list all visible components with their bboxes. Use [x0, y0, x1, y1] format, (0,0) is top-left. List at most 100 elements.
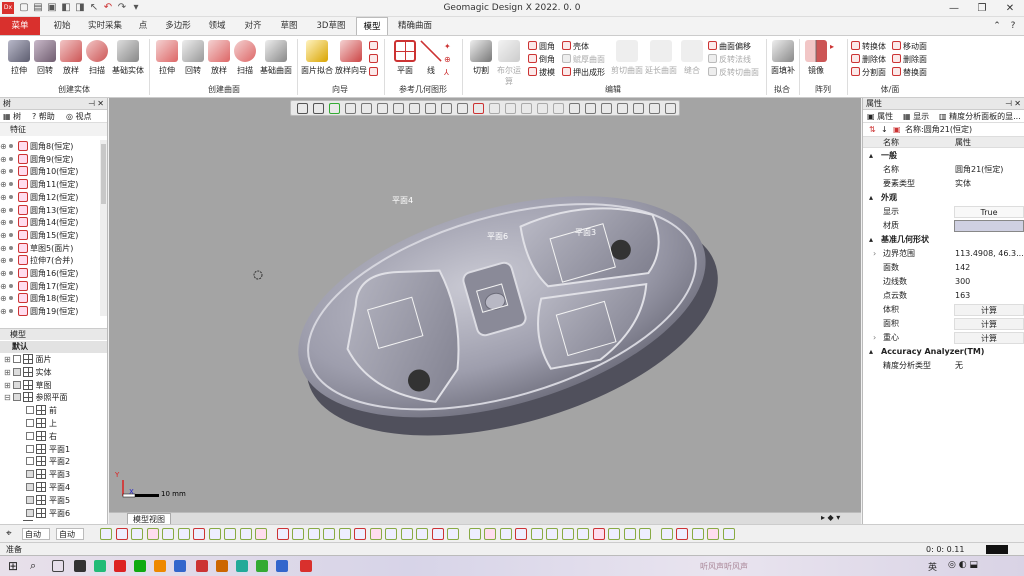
expand-icon[interactable]: › — [873, 247, 876, 261]
property-row[interactable]: 要素类型 实体 — [863, 177, 1024, 191]
solid-sweep-button[interactable]: 扫描 — [82, 40, 112, 76]
base-surface-button[interactable]: 基础曲面 — [258, 40, 294, 76]
wizard-extra-2[interactable] — [369, 54, 380, 65]
selection-filter-icon[interactable] — [131, 528, 143, 540]
expand-icon[interactable]: ⊕ — [0, 191, 7, 204]
visibility-checkbox[interactable] — [26, 508, 34, 517]
taskbar-app-icon[interactable] — [74, 560, 86, 572]
close-panel-icon[interactable]: ✕ — [97, 98, 104, 110]
boolean-button[interactable]: 布尔运算 — [494, 40, 524, 87]
replace-face-button[interactable]: 替换面 — [892, 67, 927, 78]
selection-filter-icon[interactable] — [354, 528, 366, 540]
selection-filter-icon[interactable] — [608, 528, 620, 540]
expand-icon[interactable]: ⊞ — [4, 519, 10, 521]
expand-icon[interactable]: ⊕ — [0, 140, 7, 153]
feature-item[interactable]: ⊕ 圆角15(恒定) — [0, 229, 78, 242]
view-tool-icon[interactable] — [457, 103, 468, 114]
model-tree-item[interactable]: ⊞ 实体 — [0, 366, 52, 379]
feature-item[interactable]: ⊕ 圆角14(恒定) — [0, 216, 78, 229]
selection-filter-icon[interactable] — [292, 528, 304, 540]
property-section[interactable]: ▴ 基准几何形状 — [863, 233, 1024, 247]
base-solid-button[interactable]: 基础实体 — [110, 40, 146, 76]
feature-item[interactable]: ⊕ 圆角8(恒定) — [0, 140, 73, 153]
view-tool-icon[interactable] — [649, 103, 660, 114]
visibility-dot-icon[interactable] — [9, 169, 13, 174]
tab-polygon[interactable]: 多边形 — [158, 17, 198, 35]
model-tree-item[interactable]: 上 — [0, 417, 57, 430]
taskbar-app-icon[interactable] — [216, 560, 228, 572]
model-tree-item[interactable]: 右 — [0, 430, 57, 443]
cut-button[interactable]: 切割 — [466, 40, 496, 76]
tab-3d-sketch[interactable]: 3D草图 — [308, 17, 354, 35]
split-face-button[interactable]: 分割面 — [851, 67, 886, 78]
taskbar-app-icon[interactable] — [94, 560, 106, 572]
property-row[interactable]: 精度分析类型 无 — [863, 359, 1024, 373]
display-toggle[interactable]: True — [954, 206, 1024, 218]
visibility-checkbox[interactable] — [26, 431, 34, 440]
view-tool-icon[interactable] — [521, 103, 532, 114]
selection-filter-icon[interactable] — [338, 528, 351, 540]
property-row[interactable]: 材质 — [863, 219, 1024, 233]
taskbar-app-icon[interactable] — [196, 560, 208, 572]
expand-icon[interactable]: ⊕ — [0, 254, 7, 267]
selection-filter-icon[interactable] — [146, 528, 159, 540]
expand-icon[interactable]: ⊞ — [4, 353, 11, 366]
tab-region[interactable]: 领域 — [200, 17, 234, 35]
collapse-icon[interactable]: ▴ — [869, 191, 873, 205]
wizard-extra-3[interactable] — [369, 67, 380, 78]
tab-help[interactable]: ? 帮助 — [32, 111, 55, 122]
selection-filter-icon[interactable] — [561, 528, 574, 540]
feature-item[interactable]: ⊕ 圆角13(恒定) — [0, 204, 78, 217]
chamfer-button[interactable]: 倒角 — [528, 54, 555, 65]
selection-filter-icon[interactable] — [530, 528, 543, 540]
tab-align[interactable]: 对齐 — [236, 17, 270, 35]
selection-filter-icon[interactable] — [623, 528, 636, 540]
model-viewport[interactable]: 平面4 平面6 平面3 Y X 10 mm 模型视图 ▸ ◆ ▾ — [109, 98, 861, 524]
delete-body-button[interactable]: 删除体 — [851, 54, 886, 65]
tab-display[interactable]: ▦ 显示 — [903, 111, 929, 122]
selection-filter-icon[interactable] — [577, 528, 589, 540]
taskbar-app-icon[interactable] — [154, 560, 166, 572]
mirror-button[interactable]: 镜像 — [802, 40, 830, 76]
model-tree-item[interactable]: 前 — [0, 404, 57, 417]
view-tool-icon[interactable] — [345, 103, 356, 114]
model-tree-item[interactable]: 平面2 — [0, 455, 70, 468]
visibility-checkbox[interactable] — [26, 483, 34, 491]
sort-icon[interactable]: ⇅ — [869, 123, 876, 136]
view-tool-icon[interactable] — [553, 103, 564, 114]
selection-filter-icon[interactable] — [276, 528, 289, 540]
expand-icon[interactable]: ⊕ — [0, 178, 7, 191]
selection-mode-icon[interactable]: ⌖ — [6, 528, 18, 540]
selection-filter-icon[interactable] — [323, 528, 335, 540]
expand-icon[interactable]: ⊕ — [0, 280, 7, 293]
expand-icon[interactable]: ⊕ — [0, 153, 7, 166]
selection-filter-icon[interactable] — [660, 528, 673, 540]
selection-filter-icon[interactable] — [162, 528, 174, 540]
feature-item[interactable]: ⊕ 圆角12(恒定) — [0, 191, 78, 204]
reverse-normal-button[interactable]: 反转法线 — [708, 54, 751, 65]
collapse-icon[interactable]: ▴ — [869, 149, 873, 163]
model-tree-item[interactable]: 平面1 — [0, 443, 70, 456]
view-tool-icon[interactable] — [617, 103, 628, 114]
part-model[interactable] — [273, 153, 743, 478]
view-tool-icon[interactable] — [569, 103, 580, 114]
view-tool-icon[interactable] — [329, 103, 340, 114]
move-face-button[interactable]: 移动面 — [892, 41, 927, 52]
property-row[interactable]: 点云数 163 — [863, 289, 1024, 303]
selection-filter-icon[interactable] — [193, 528, 205, 540]
property-row[interactable]: › 重心 计算 — [863, 331, 1024, 345]
selection-filter-icon[interactable] — [431, 528, 444, 540]
view-tool-icon[interactable] — [313, 103, 324, 114]
tab-exact-surface[interactable]: 精确曲面 — [390, 17, 440, 35]
visibility-checkbox[interactable] — [26, 470, 34, 479]
offset-surface-button[interactable]: 曲面偏移 — [708, 41, 751, 52]
convert-body-button[interactable]: 转换体 — [851, 41, 886, 52]
view-tool-icon[interactable] — [361, 103, 372, 114]
view-tool-icon[interactable] — [297, 103, 308, 114]
view-tool-icon[interactable] — [665, 103, 676, 114]
model-tree-item[interactable]: ⊞ 参照线/点 — [0, 519, 70, 521]
taskbar-app-icon[interactable] — [134, 560, 146, 572]
taskbar-app-icon[interactable] — [174, 560, 186, 572]
view-tool-icon[interactable] — [601, 103, 612, 114]
expand-icon[interactable]: ⊕ — [0, 292, 7, 305]
